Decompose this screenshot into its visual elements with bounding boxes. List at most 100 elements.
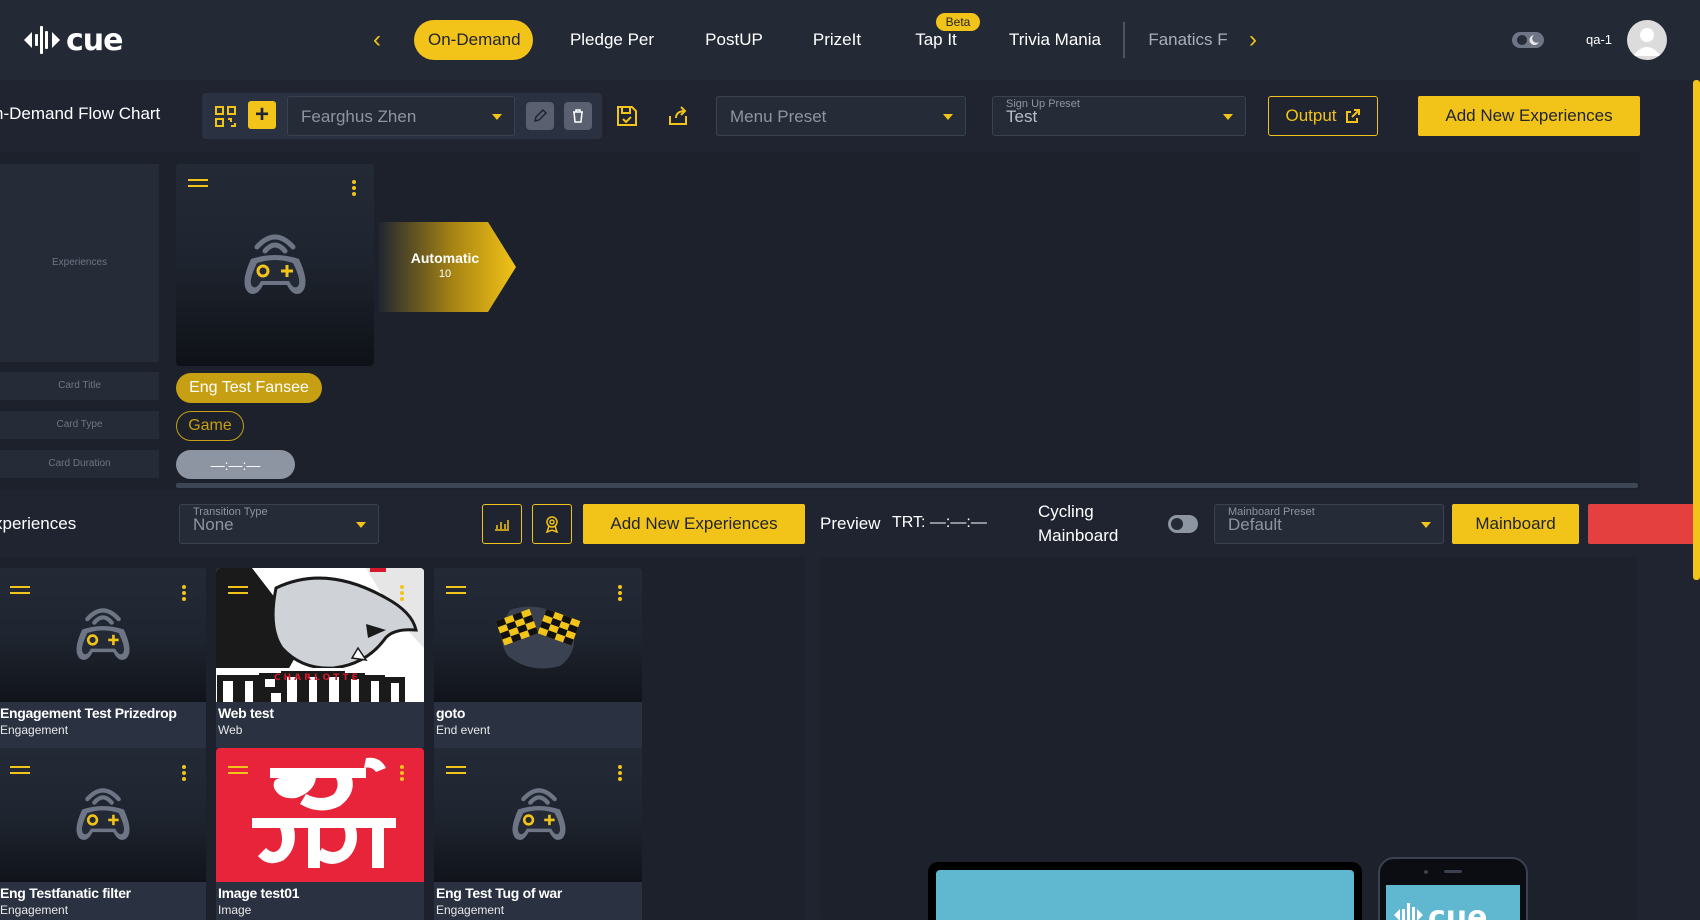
chevron-down-icon	[943, 114, 953, 120]
phone-preview-screen: cue	[1386, 885, 1520, 920]
output-button[interactable]: Output	[1268, 96, 1378, 136]
avatar[interactable]	[1627, 20, 1667, 60]
svg-text:CHARLOTTE: CHARLOTTE	[274, 673, 361, 683]
page-scrollbar[interactable]	[1693, 80, 1700, 580]
transition-type-select[interactable]: Transition Type None	[179, 504, 379, 544]
beta-badge: Beta	[936, 13, 980, 31]
red-action-button[interactable]	[1588, 504, 1700, 544]
chevron-arrow-shape	[378, 222, 516, 312]
experience-card[interactable]: Eng Test Tug of war Engagement	[434, 748, 642, 920]
preview-label: Preview	[820, 514, 881, 533]
card-type-pill[interactable]: Game	[176, 411, 244, 441]
drag-handle-icon[interactable]	[446, 586, 466, 594]
row-label-experiences: Experiences	[0, 164, 159, 362]
tab-prizeit[interactable]: PrizeIt	[809, 20, 865, 60]
transition-type-value: None	[193, 515, 234, 534]
drag-handle-icon[interactable]	[228, 766, 248, 774]
tab-divider	[1123, 22, 1125, 58]
add-new-experiences-button-2[interactable]: Add New Experiences	[583, 504, 805, 544]
experience-card[interactable]: Engagement Test Prizedrop Engagement	[0, 568, 206, 750]
tab-pledge-per[interactable]: Pledge Per	[562, 20, 662, 60]
phone-notch	[1424, 870, 1462, 874]
tab-on-demand[interactable]: On-Demand	[414, 20, 533, 60]
cycling-label: Cycling	[1038, 502, 1094, 521]
row-label-card-title: Card Title	[0, 372, 159, 400]
transition-label: Automatic	[410, 250, 480, 266]
signup-preset-value: Test	[1006, 107, 1038, 126]
qr-code-icon[interactable]	[214, 105, 238, 129]
drag-handle-icon[interactable]	[228, 586, 248, 594]
output-button-label: Output	[1285, 106, 1337, 125]
chevron-down-icon	[492, 114, 502, 120]
chevron-down-icon	[1421, 522, 1431, 528]
transition-duration: 10	[438, 268, 452, 280]
award-button[interactable]	[532, 504, 572, 544]
card-thumbnail	[0, 568, 206, 702]
card-duration-pill[interactable]: —:—:—	[176, 450, 295, 479]
presenter-select[interactable]: Fearghus Zhen	[287, 96, 515, 136]
experience-card[interactable]: Image test01 Image	[216, 748, 424, 920]
edit-icon[interactable]	[526, 102, 554, 130]
cue-logo[interactable]: cue	[24, 20, 123, 60]
award-icon	[545, 516, 559, 533]
more-options-icon[interactable]	[618, 765, 622, 781]
mainboard-button[interactable]: Mainboard	[1452, 504, 1579, 544]
drag-handle-icon[interactable]	[446, 766, 466, 774]
gamepad-icon	[76, 608, 130, 660]
card-type: Image	[218, 903, 252, 917]
tab-fanatics[interactable]: Fanatics F	[1146, 20, 1230, 60]
card-name: goto	[436, 705, 466, 721]
flow-card[interactable]	[176, 164, 374, 366]
phone-preview-frame: cue	[1378, 857, 1528, 920]
audio-wave-icon	[24, 26, 60, 54]
card-name: Eng Testfanatic filter	[0, 885, 131, 901]
more-options-icon[interactable]	[618, 585, 622, 601]
experiences-title: xperiences	[0, 514, 77, 533]
tv-preview-screen	[936, 870, 1354, 920]
drag-handle-icon[interactable]	[10, 586, 30, 594]
more-options-icon[interactable]	[352, 180, 356, 196]
top-navigation-bar: cue ‹ On-Demand Pledge Per PostUP PrizeI…	[0, 0, 1700, 80]
experience-card[interactable]: Eng Testfanatic filter Engagement	[0, 748, 206, 920]
experience-card[interactable]: CHARLOTTE Web test Web	[216, 568, 424, 750]
signup-preset-select[interactable]: Sign Up Preset Test	[992, 96, 1246, 136]
card-type: Engagement	[0, 903, 69, 917]
external-link-icon	[1345, 109, 1360, 123]
delete-icon[interactable]	[564, 102, 592, 130]
drag-handle-icon[interactable]	[188, 179, 208, 187]
card-name: Engagement Test Prizedrop	[0, 705, 177, 721]
cycling-mainboard-toggle[interactable]	[1168, 515, 1198, 533]
menu-preset-value: Menu Preset	[730, 107, 827, 126]
transition-automatic-chip[interactable]: Automatic 10	[378, 222, 516, 312]
mainboard-preset-select[interactable]: Mainboard Preset Default	[1214, 504, 1444, 544]
tabs-prev-arrow[interactable]: ‹	[367, 27, 387, 53]
user-name: qa-1	[1586, 32, 1613, 47]
share-icon[interactable]	[665, 103, 691, 129]
tab-postup[interactable]: PostUP	[700, 20, 768, 60]
flow-chart-scrollbar[interactable]	[176, 483, 1638, 488]
theme-toggle-icon[interactable]	[1512, 30, 1544, 50]
card-title-pill[interactable]: Eng Test Fansee	[176, 373, 322, 403]
experience-card[interactable]: goto End event	[434, 568, 642, 750]
card-thumbnail	[0, 748, 206, 882]
mainboard-preset-value: Default	[1228, 515, 1282, 534]
save-icon[interactable]	[614, 103, 640, 129]
drag-handle-icon[interactable]	[10, 766, 30, 774]
more-options-icon[interactable]	[400, 585, 404, 601]
more-options-icon[interactable]	[182, 765, 186, 781]
chart-button[interactable]	[482, 504, 522, 544]
card-type: End event	[436, 723, 491, 737]
more-options-icon[interactable]	[182, 585, 186, 601]
tabs-next-arrow[interactable]: ›	[1243, 27, 1263, 53]
card-type: Engagement	[0, 723, 69, 737]
checkered-flags-icon	[495, 606, 581, 669]
trt-label: TRT: —:—:—	[892, 514, 987, 531]
chevron-down-icon	[356, 522, 366, 528]
card-type: Web	[218, 723, 243, 737]
menu-preset-select[interactable]: Menu Preset	[716, 96, 966, 136]
add-new-experiences-button[interactable]: Add New Experiences	[1418, 96, 1640, 136]
add-icon[interactable]: +	[248, 101, 276, 129]
tab-trivia-mania[interactable]: Trivia Mania	[1004, 20, 1106, 60]
more-options-icon[interactable]	[400, 765, 404, 781]
card-name: Image test01	[218, 885, 300, 901]
